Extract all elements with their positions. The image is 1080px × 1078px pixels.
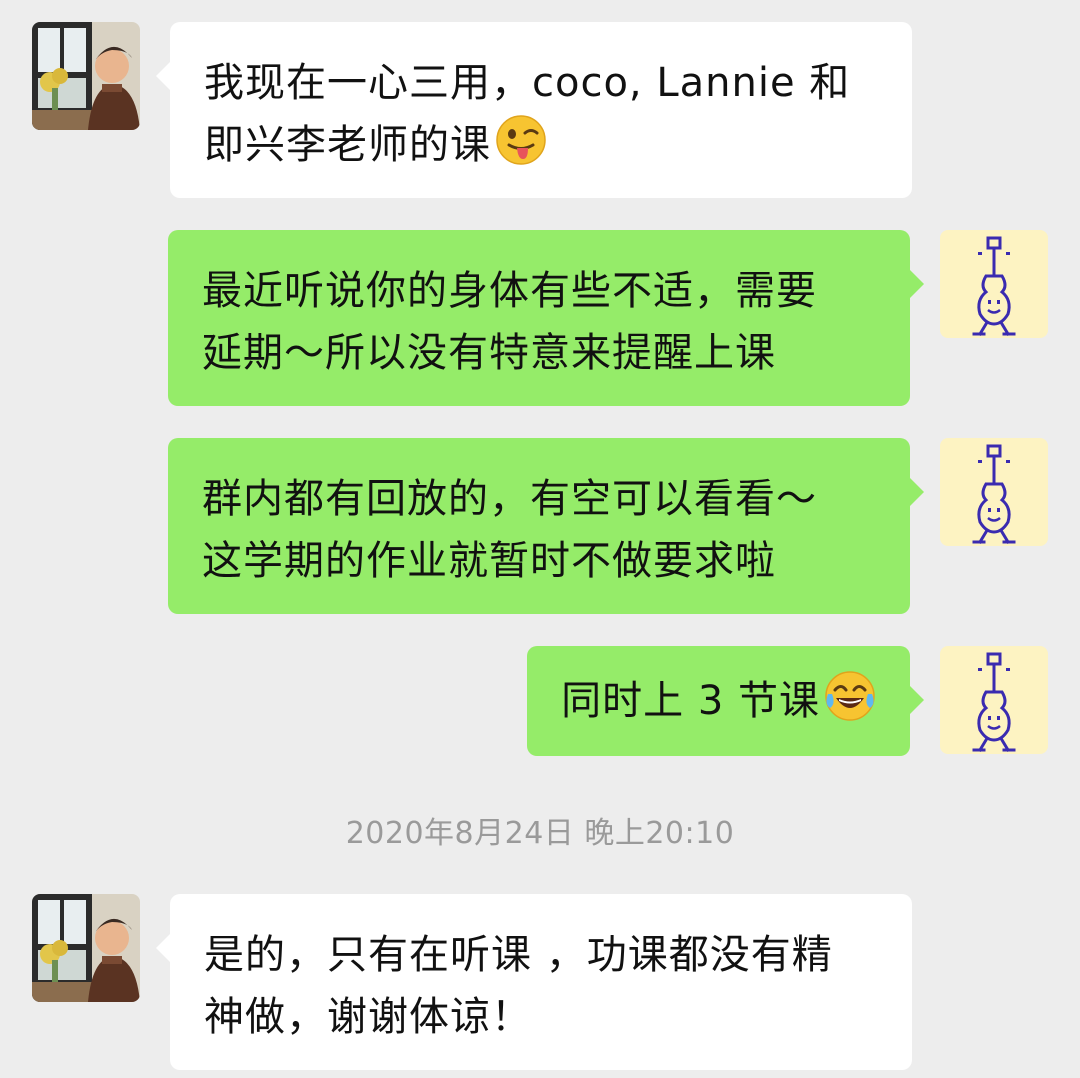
message-bubble[interactable]: 群内都有回放的，有空可以看看～ 这学期的作业就暂时不做要求啦: [168, 438, 924, 614]
message-text-line: 最近听说你的身体有些不适，需要: [202, 268, 817, 314]
message-bubble[interactable]: 最近听说你的身体有些不适，需要 延期～所以没有特意来提醒上课: [168, 230, 924, 406]
message-text-line: 延期～所以没有特意来提醒上课: [202, 330, 776, 376]
guitar-character-avatar[interactable]: [940, 230, 1048, 338]
message-bubble[interactable]: 我现在一心三用，coco, Lannie 和 即兴李老师的课: [156, 22, 912, 198]
message-text-line: 同时上 3 节课: [561, 678, 820, 724]
portrait-icon: [32, 894, 140, 1002]
message-text-line: 神做，谢谢体谅！: [204, 994, 532, 1040]
message-bubble[interactable]: 同时上 3 节课: [527, 646, 924, 756]
guitar-character-avatar[interactable]: [940, 646, 1048, 754]
winking-tongue-emoji-icon: [495, 114, 547, 166]
person-portrait-avatar[interactable]: [32, 22, 140, 130]
guitar-character-icon: [940, 646, 1048, 754]
message-text-line: 是的，只有在听课 ，功课都没有精: [204, 932, 833, 978]
message-bubble[interactable]: 是的，只有在听课 ，功课都没有精 神做，谢谢体谅！: [156, 894, 912, 1070]
message-text-line: 我现在一心三用，coco, Lannie 和: [204, 60, 851, 106]
person-portrait-avatar[interactable]: [32, 894, 140, 1002]
chat-timestamp: 2020年8月24日 晚上20:10: [345, 816, 735, 851]
message-text-line: 群内都有回放的，有空可以看看～: [202, 476, 817, 522]
tears-of-joy-emoji-icon: [824, 670, 876, 722]
guitar-character-avatar[interactable]: [940, 438, 1048, 546]
guitar-character-icon: [940, 438, 1048, 546]
portrait-icon: [32, 22, 140, 130]
message-text-line: 即兴李老师的课: [204, 122, 491, 168]
guitar-character-icon: [940, 230, 1048, 338]
message-text-line: 这学期的作业就暂时不做要求啦: [202, 538, 776, 584]
